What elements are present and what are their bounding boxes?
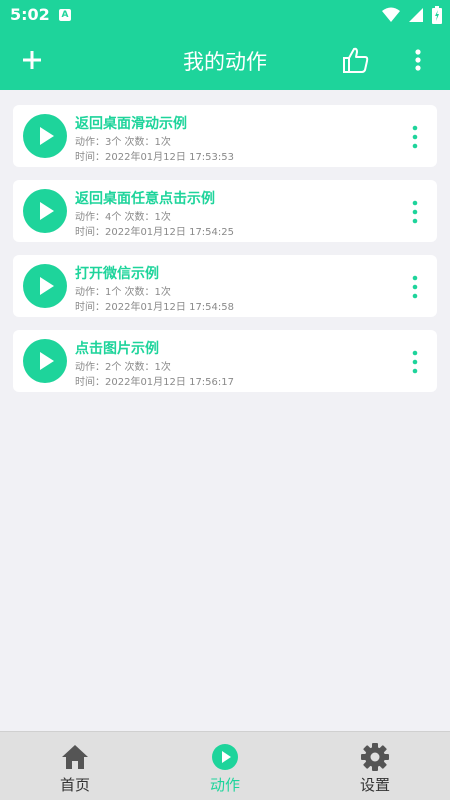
page-title: 我的动作 (183, 50, 267, 74)
gear-icon (361, 743, 389, 771)
action-time: 时间：2022年01月12日 17:54:58 (75, 302, 234, 313)
action-meta: 动作：1个 次数：1次 (75, 287, 171, 298)
action-list: 返回桌面滑动示例 动作：3个 次数：1次 时间：2022年01月12日 17:5… (13, 105, 437, 405)
play-icon (40, 277, 54, 295)
action-title: 返回桌面任意点击示例 (75, 191, 215, 207)
status-a-badge: A (59, 9, 71, 21)
action-title: 打开微信示例 (75, 266, 159, 282)
like-button[interactable] (341, 45, 371, 75)
action-meta: 动作：2个 次数：1次 (75, 362, 171, 373)
nav-item-actions[interactable]: 动作 (150, 732, 300, 800)
more-vert-icon (415, 49, 421, 71)
nav-item-home[interactable]: 首页 (0, 732, 150, 800)
home-icon (62, 745, 88, 769)
nav-label-home: 首页 (59, 776, 90, 794)
action-title: 返回桌面滑动示例 (75, 116, 187, 132)
play-icon (40, 352, 54, 370)
bottom-nav: 首页 动作 设置 (0, 731, 450, 800)
play-button[interactable] (23, 264, 67, 308)
battery-icon (432, 6, 442, 28)
play-button[interactable] (23, 339, 67, 383)
signal-icon (408, 7, 424, 27)
status-time: 5:02 (10, 5, 50, 24)
item-more-button[interactable] (406, 124, 424, 150)
status-icons (382, 6, 442, 28)
list-item[interactable]: 返回桌面滑动示例 动作：3个 次数：1次 时间：2022年01月12日 17:5… (13, 105, 437, 167)
more-vert-icon (412, 275, 418, 299)
list-item[interactable]: 返回桌面任意点击示例 动作：4个 次数：1次 时间：2022年01月12日 17… (13, 180, 437, 242)
list-item[interactable]: 点击图片示例 动作：2个 次数：1次 时间：2022年01月12日 17:56:… (13, 330, 437, 392)
action-time: 时间：2022年01月12日 17:54:25 (75, 227, 234, 238)
action-title: 点击图片示例 (75, 341, 159, 357)
action-time: 时间：2022年01月12日 17:56:17 (75, 377, 234, 388)
more-vert-icon (412, 200, 418, 224)
action-meta: 动作：3个 次数：1次 (75, 137, 171, 148)
status-bar: 5:02 A (0, 0, 450, 30)
more-vert-icon (412, 125, 418, 149)
nav-label-settings: 设置 (359, 776, 390, 794)
nav-label-actions: 动作 (209, 776, 240, 794)
play-button[interactable] (23, 189, 67, 233)
item-more-button[interactable] (406, 349, 424, 375)
more-vert-icon (412, 350, 418, 374)
play-icon (40, 202, 54, 220)
play-circle-icon (212, 744, 238, 770)
thumbs-up-icon (343, 47, 369, 73)
item-more-button[interactable] (406, 274, 424, 300)
play-button[interactable] (23, 114, 67, 158)
nav-item-settings[interactable]: 设置 (300, 732, 450, 800)
play-icon (40, 127, 54, 145)
action-time: 时间：2022年01月12日 17:53:53 (75, 152, 234, 163)
more-options-button[interactable] (404, 45, 432, 75)
app-bar: 我的动作 (0, 30, 450, 90)
wifi-icon (382, 7, 400, 27)
item-more-button[interactable] (406, 199, 424, 225)
action-meta: 动作：4个 次数：1次 (75, 212, 171, 223)
list-item[interactable]: 打开微信示例 动作：1个 次数：1次 时间：2022年01月12日 17:54:… (13, 255, 437, 317)
